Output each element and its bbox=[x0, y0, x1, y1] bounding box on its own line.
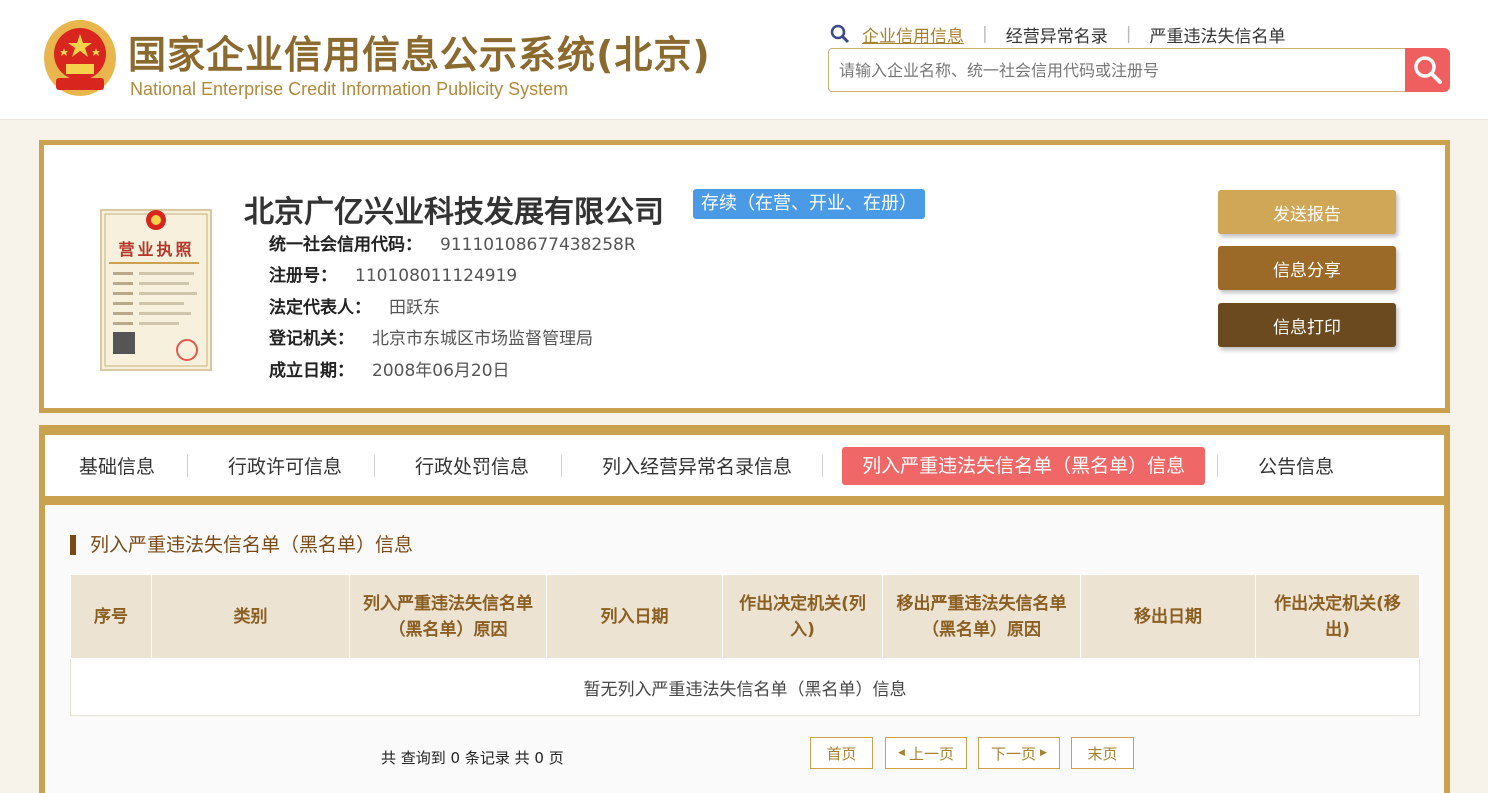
table-header-row: 序号 类别 列入严重违法失信名单（黑名单）原因 列入日期 作出决定机关(列入) … bbox=[70, 574, 1420, 659]
field-value: 田跃东 bbox=[389, 298, 440, 318]
tab-separator bbox=[1217, 454, 1219, 477]
print-button[interactable]: 信息打印 bbox=[1218, 303, 1396, 347]
search-button[interactable] bbox=[1405, 48, 1450, 92]
field-value: 110108011124919 bbox=[355, 266, 518, 286]
search-input[interactable] bbox=[829, 49, 1407, 91]
column-header: 序号 bbox=[70, 574, 152, 659]
site-header: 国家企业信用信息公示系统(北京) National Enterprise Cre… bbox=[0, 0, 1488, 120]
column-header: 类别 bbox=[151, 574, 350, 659]
tab-admin-penalty[interactable]: 行政处罚信息 bbox=[415, 452, 529, 479]
field-label: 统一社会信用代码： bbox=[269, 235, 422, 255]
tab-separator bbox=[561, 454, 563, 477]
empty-message: 暂无列入严重违法失信名单（黑名单）信息 bbox=[70, 658, 1420, 716]
blacklist-table: 序号 类别 列入严重违法失信名单（黑名单）原因 列入日期 作出决定机关(列入) … bbox=[70, 574, 1420, 716]
column-header: 列入严重违法失信名单（黑名单）原因 bbox=[349, 574, 547, 659]
next-page-button[interactable]: 下一页 ▶ bbox=[978, 737, 1060, 769]
tab-admin-license[interactable]: 行政许可信息 bbox=[228, 452, 342, 479]
field-value: 91110108677438258R bbox=[440, 235, 636, 255]
last-page-button[interactable]: 末页 bbox=[1071, 737, 1134, 769]
tab-basic-info[interactable]: 基础信息 bbox=[79, 452, 155, 479]
business-license-image: 营业执照 bbox=[99, 200, 219, 375]
nav-enterprise-credit[interactable]: 企业信用信息 bbox=[862, 22, 964, 47]
tab-announcements[interactable]: 公告信息 bbox=[1258, 452, 1334, 479]
chevron-left-icon: ◀ bbox=[898, 748, 905, 758]
nav-blacklist[interactable]: 严重违法失信名单 bbox=[1149, 22, 1285, 47]
tab-abnormal-list[interactable]: 列入经营异常名录信息 bbox=[602, 452, 792, 479]
field-label: 法定代表人： bbox=[269, 298, 371, 318]
tab-separator bbox=[374, 454, 376, 477]
table-row: 暂无列入严重违法失信名单（黑名单）信息 bbox=[70, 658, 1420, 716]
company-card: 营业执照 北京广亿兴业科技发展有限公司 存续（在营、开业、在册） 统一社会信用代… bbox=[39, 140, 1450, 413]
search-bar bbox=[828, 48, 1408, 92]
top-nav: 企业信用信息 | 经营异常名录 | 严重违法失信名单 bbox=[830, 22, 1285, 47]
info-row-authority: 登记机关： 北京市东城区市场监督管理局 bbox=[269, 324, 593, 349]
column-header: 移出严重违法失信名单（黑名单）原因 bbox=[882, 574, 1081, 659]
nav-separator: | bbox=[1125, 24, 1132, 44]
nav-abnormal-list[interactable]: 经营异常名录 bbox=[1006, 22, 1108, 47]
site-title: 国家企业信用信息公示系统(北京) bbox=[128, 33, 711, 77]
prev-page-label: 上一页 bbox=[908, 744, 954, 763]
license-graphic bbox=[100, 209, 212, 371]
site-subtitle: National Enterprise Credit Information P… bbox=[130, 79, 569, 99]
info-row-founded: 成立日期： 2008年06月20日 bbox=[269, 356, 510, 381]
status-badge: 存续（在营、开业、在册） bbox=[693, 189, 925, 219]
column-header: 作出决定机关(列入) bbox=[722, 574, 883, 659]
info-row-legal-rep: 法定代表人： 田跃东 bbox=[269, 293, 440, 318]
tab-separator bbox=[187, 454, 189, 477]
send-report-button[interactable]: 发送报告 bbox=[1218, 190, 1396, 234]
magnifier-icon bbox=[1413, 56, 1442, 84]
section-title: 列入严重违法失信名单（黑名单）信息 bbox=[70, 535, 413, 555]
first-page-button[interactable]: 首页 bbox=[810, 737, 873, 769]
field-value: 北京市东城区市场监督管理局 bbox=[372, 329, 593, 349]
info-panel: 基础信息 行政许可信息 行政处罚信息 列入经营异常名录信息 列入严重违法失信名单… bbox=[39, 425, 1450, 793]
chevron-right-icon: ▶ bbox=[1040, 748, 1047, 758]
nav-separator: | bbox=[982, 24, 988, 44]
field-value: 2008年06月20日 bbox=[372, 361, 510, 381]
info-row-reg-number: 注册号： 110108011124919 bbox=[269, 261, 517, 286]
next-page-label: 下一页 bbox=[991, 744, 1037, 763]
field-label: 成立日期： bbox=[269, 361, 354, 381]
search-icon bbox=[830, 24, 850, 44]
prev-page-button[interactable]: ◀ 上一页 bbox=[885, 737, 967, 769]
field-label: 注册号： bbox=[269, 266, 337, 286]
column-header: 作出决定机关(移出) bbox=[1255, 574, 1420, 659]
license-label: 营业执照 bbox=[118, 240, 195, 259]
tab-bar: 基础信息 行政许可信息 行政处罚信息 列入经营异常名录信息 列入严重违法失信名单… bbox=[45, 435, 1444, 496]
field-label: 登记机关： bbox=[269, 329, 354, 349]
blacklist-section: 列入严重违法失信名单（黑名单）信息 序号 类别 列入严重违法失信名单（黑名单）原… bbox=[45, 505, 1444, 793]
tab-blacklist[interactable]: 列入严重违法失信名单（黑名单）信息 bbox=[842, 446, 1206, 485]
company-name: 北京广亿兴业科技发展有限公司 bbox=[244, 195, 664, 230]
national-emblem-logo bbox=[44, 20, 116, 96]
pagination-summary: 共 查询到 0 条记录 共 0 页 bbox=[381, 749, 564, 767]
column-header: 移出日期 bbox=[1080, 574, 1256, 659]
info-row-credit-code: 统一社会信用代码： 91110108677438258R bbox=[269, 230, 636, 255]
share-button[interactable]: 信息分享 bbox=[1218, 246, 1396, 290]
tab-separator bbox=[822, 454, 824, 477]
column-header: 列入日期 bbox=[546, 574, 723, 659]
